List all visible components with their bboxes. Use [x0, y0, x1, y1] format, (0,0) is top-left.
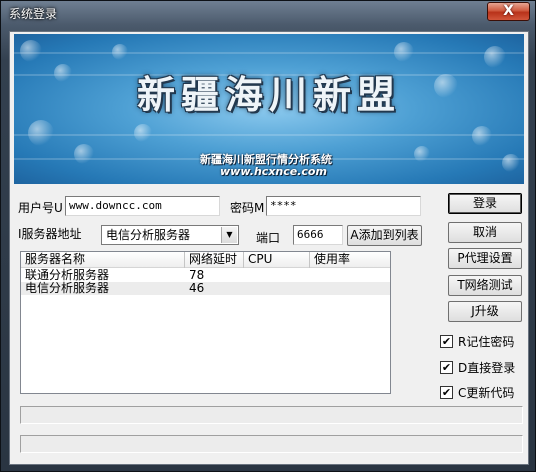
- table-row[interactable]: 电信分析服务器 46: [21, 282, 390, 295]
- port-input[interactable]: 6666: [293, 225, 343, 245]
- upgrade-button[interactable]: J升级: [448, 301, 522, 322]
- port-label: 端口: [256, 231, 281, 245]
- column-server-name[interactable]: 服务器名称: [21, 252, 185, 268]
- remember-password-label: R记住密码: [458, 335, 515, 349]
- row-latency: 46: [189, 281, 205, 295]
- cancel-button[interactable]: 取消: [448, 222, 522, 243]
- close-button[interactable]: X: [487, 2, 530, 21]
- add-to-list-button[interactable]: A添加到列表: [347, 225, 422, 246]
- status-bar-top: [20, 406, 523, 424]
- row-server-name: 电信分析服务器: [25, 281, 110, 295]
- server-list-header: 服务器名称 网络延时 CPU 使用率: [21, 252, 390, 268]
- column-usage[interactable]: 使用率: [310, 252, 390, 268]
- remember-password-checkbox[interactable]: ✔: [440, 335, 453, 348]
- login-button[interactable]: 登录: [448, 193, 522, 214]
- username-label: 用户号U: [18, 201, 63, 215]
- title-bar[interactable]: 系统登录 X: [1, 1, 536, 25]
- status-bar-bottom: [20, 435, 523, 453]
- window-title: 系统登录: [9, 7, 58, 21]
- banner-title: 新疆海川新盟: [136, 73, 401, 117]
- auto-login-label: D直接登录: [458, 361, 516, 375]
- password-label: 密码M: [230, 201, 265, 215]
- column-latency[interactable]: 网络延时: [185, 252, 244, 268]
- banner-image: 新疆海川新盟 新疆海川新盟行情分析系统 www.hcxnce.com: [14, 34, 524, 184]
- network-test-button[interactable]: T网络测试: [448, 275, 522, 296]
- server-select-value: 电信分析服务器: [106, 228, 191, 242]
- close-icon: X: [503, 3, 514, 19]
- auto-login-checkbox[interactable]: ✔: [440, 361, 453, 374]
- update-code-checkbox[interactable]: ✔: [440, 386, 453, 399]
- banner-url: www.hcxnce.com: [220, 165, 327, 178]
- username-input[interactable]: www.downcc.com: [65, 196, 220, 216]
- chevron-down-icon[interactable]: ▼: [221, 227, 237, 243]
- dialog-client-area: 新疆海川新盟 新疆海川新盟行情分析系统 www.hcxnce.com 用户号U …: [9, 31, 529, 465]
- login-window: 系统登录 X 新疆海川新盟 新疆海川新盟行情分析系统 www.hcxnce.co…: [0, 0, 536, 472]
- server-select[interactable]: 电信分析服务器 ▼: [101, 225, 239, 245]
- column-cpu[interactable]: CPU: [244, 252, 310, 268]
- server-list[interactable]: 服务器名称 网络延时 CPU 使用率 联通分析服务器 78 电信分析服务器 46: [20, 251, 391, 394]
- update-code-label: C更新代码: [458, 386, 515, 400]
- password-input[interactable]: ****: [266, 196, 421, 216]
- proxy-settings-button[interactable]: P代理设置: [448, 248, 522, 269]
- server-address-label: I服务器地址: [18, 227, 82, 241]
